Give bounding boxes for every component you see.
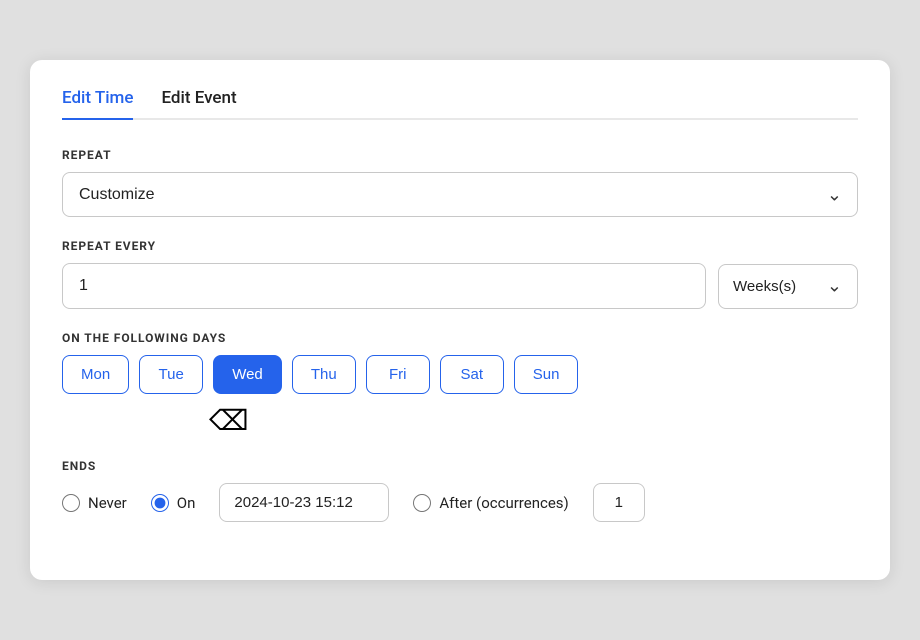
ends-on-date-input[interactable] — [219, 483, 389, 522]
ends-on-label: On — [177, 494, 196, 512]
ends-after-label: After (occurrences) — [439, 494, 568, 512]
day-btn-mon[interactable]: Mon — [62, 355, 129, 394]
repeat-every-row: Days(s) Weeks(s) Months(s) Years(s) ⌄ — [62, 263, 858, 309]
repeat-every-input[interactable] — [62, 263, 706, 309]
main-card: Edit Time Edit Event REPEAT Never Daily … — [30, 60, 890, 580]
day-btn-tue[interactable]: Tue — [139, 355, 203, 394]
unit-select-wrapper: Days(s) Weeks(s) Months(s) Years(s) ⌄ — [718, 264, 858, 309]
day-btn-wed[interactable]: Wed — [213, 355, 282, 394]
day-buttons-container: Mon Tue Wed Thu Fri Sat Sun — [62, 355, 858, 394]
ends-never-radio[interactable] — [62, 494, 80, 512]
ends-occurrences-input[interactable] — [593, 483, 645, 522]
ends-section: ENDS Never On After (occurrences) — [62, 459, 858, 522]
ends-after-radio[interactable] — [413, 494, 431, 512]
day-btn-thu[interactable]: Thu — [292, 355, 356, 394]
repeat-label: REPEAT — [62, 148, 858, 162]
ends-row: Never On After (occurrences) — [62, 483, 858, 522]
repeat-select-wrapper: Never Daily Weekly Monthly Yearly Custom… — [62, 172, 858, 217]
ends-on-radio[interactable] — [151, 494, 169, 512]
repeat-every-label: REPEAT EVERY — [62, 239, 858, 253]
repeat-select[interactable]: Never Daily Weekly Monthly Yearly Custom… — [62, 172, 858, 217]
repeat-section: REPEAT Never Daily Weekly Monthly Yearly… — [62, 148, 858, 217]
following-days-label: ON THE FOLLOWING DAYS — [62, 331, 858, 345]
ends-after-group[interactable]: After (occurrences) — [413, 494, 568, 512]
following-days-section: ON THE FOLLOWING DAYS Mon Tue Wed Thu Fr… — [62, 331, 858, 437]
cursor-indicator: ⌫ — [217, 400, 858, 437]
ends-never-label: Never — [88, 494, 127, 512]
tabs-container: Edit Time Edit Event — [62, 88, 858, 120]
ends-on-group[interactable]: On — [151, 494, 196, 512]
hand-cursor-icon: ⌫ — [209, 404, 249, 437]
repeat-every-section: REPEAT EVERY Days(s) Weeks(s) Months(s) … — [62, 239, 858, 309]
tab-edit-event[interactable]: Edit Event — [161, 88, 236, 120]
unit-select[interactable]: Days(s) Weeks(s) Months(s) Years(s) — [718, 264, 858, 309]
day-btn-sat[interactable]: Sat — [440, 355, 504, 394]
day-btn-fri[interactable]: Fri — [366, 355, 430, 394]
day-btn-sun[interactable]: Sun — [514, 355, 579, 394]
tab-edit-time[interactable]: Edit Time — [62, 88, 133, 120]
ends-label: ENDS — [62, 459, 858, 473]
ends-never-group[interactable]: Never — [62, 494, 127, 512]
